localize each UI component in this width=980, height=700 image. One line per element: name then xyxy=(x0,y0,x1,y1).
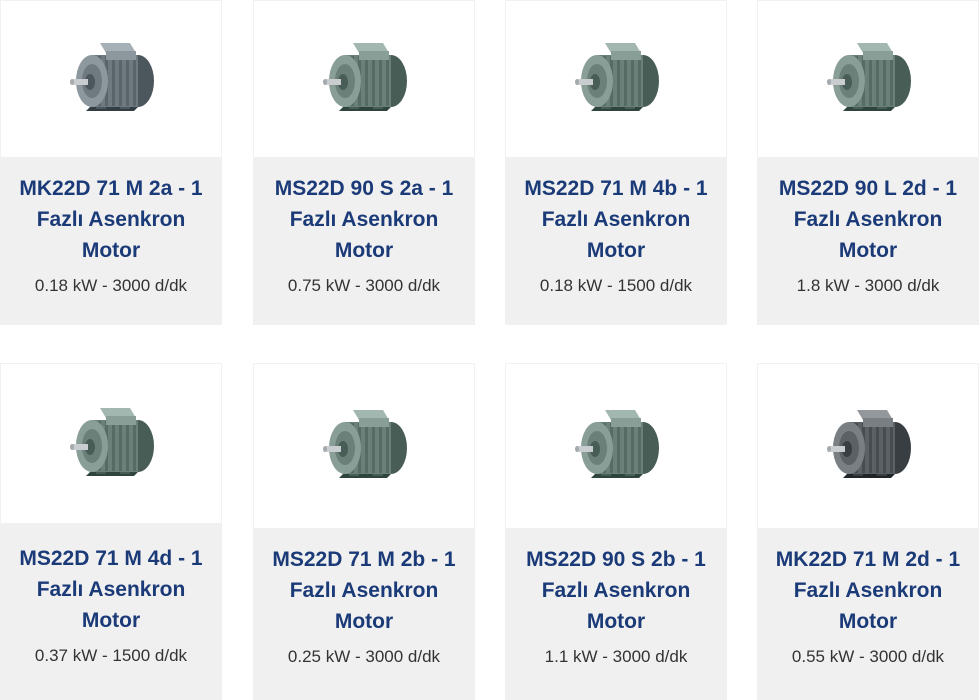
product-title[interactable]: MS22D 90 L 2d - 1 Fazlı Asenkron Motor xyxy=(767,173,969,266)
product-title[interactable]: MK22D 71 M 2a - 1 Fazlı Asenkron Motor xyxy=(10,173,212,266)
motor-image[interactable] xyxy=(813,396,923,496)
product-spec: 0.25 kW - 3000 d/dk xyxy=(287,647,441,666)
product-image-area[interactable] xyxy=(757,363,979,528)
product-card[interactable]: MS22D 71 M 4d - 1 Fazlı Asenkron Motor 0… xyxy=(0,363,222,700)
product-title[interactable]: MS22D 71 M 4d - 1 Fazlı Asenkron Motor xyxy=(10,543,212,636)
product-card[interactable]: MS22D 71 M 4b - 1 Fazlı Asenkron Motor 0… xyxy=(505,0,727,325)
product-image-area[interactable] xyxy=(253,0,475,157)
product-card[interactable]: MS22D 71 M 2b - 1 Fazlı Asenkron Motor 0… xyxy=(253,363,475,700)
motor-image[interactable] xyxy=(56,394,166,494)
motor-image[interactable] xyxy=(813,29,923,129)
product-grid: MK22D 71 M 2a - 1 Fazlı Asenkron Motor 0… xyxy=(0,0,980,700)
motor-image[interactable] xyxy=(309,396,419,496)
product-spec: 0.37 kW - 1500 d/dk xyxy=(34,646,188,665)
product-spec: 1.1 kW - 3000 d/dk xyxy=(544,647,688,666)
product-info: MS22D 71 M 2b - 1 Fazlı Asenkron Motor 0… xyxy=(253,528,475,700)
product-info: MK22D 71 M 2d - 1 Fazlı Asenkron Motor 0… xyxy=(757,528,979,700)
product-image-area[interactable] xyxy=(0,363,222,523)
product-image-area[interactable] xyxy=(757,0,979,157)
product-spec: 0.18 kW - 1500 d/dk xyxy=(539,276,693,295)
product-card[interactable]: MS22D 90 S 2b - 1 Fazlı Asenkron Motor 1… xyxy=(505,363,727,700)
product-spec: 0.55 kW - 3000 d/dk xyxy=(791,647,945,666)
product-info: MS22D 71 M 4b - 1 Fazlı Asenkron Motor 0… xyxy=(505,157,727,325)
product-image-area[interactable] xyxy=(505,363,727,528)
product-card[interactable]: MK22D 71 M 2a - 1 Fazlı Asenkron Motor 0… xyxy=(0,0,222,325)
product-title[interactable]: MS22D 90 S 2b - 1 Fazlı Asenkron Motor xyxy=(515,544,717,637)
product-info: MS22D 90 S 2a - 1 Fazlı Asenkron Motor 0… xyxy=(253,157,475,325)
motor-image[interactable] xyxy=(56,29,166,129)
product-info: MS22D 90 L 2d - 1 Fazlı Asenkron Motor 1… xyxy=(757,157,979,325)
product-title[interactable]: MS22D 90 S 2a - 1 Fazlı Asenkron Motor xyxy=(263,173,465,266)
motor-image[interactable] xyxy=(561,29,671,129)
product-image-area[interactable] xyxy=(0,0,222,157)
product-spec: 0.75 kW - 3000 d/dk xyxy=(287,276,441,295)
product-info: MS22D 71 M 4d - 1 Fazlı Asenkron Motor 0… xyxy=(0,523,222,700)
product-info: MS22D 90 S 2b - 1 Fazlı Asenkron Motor 1… xyxy=(505,528,727,700)
product-card[interactable]: MS22D 90 S 2a - 1 Fazlı Asenkron Motor 0… xyxy=(253,0,475,325)
product-spec: 1.8 kW - 3000 d/dk xyxy=(796,276,940,295)
motor-image[interactable] xyxy=(561,396,671,496)
motor-image[interactable] xyxy=(309,29,419,129)
product-card[interactable]: MK22D 71 M 2d - 1 Fazlı Asenkron Motor 0… xyxy=(757,363,979,700)
product-info: MK22D 71 M 2a - 1 Fazlı Asenkron Motor 0… xyxy=(0,157,222,325)
product-spec: 0.18 kW - 3000 d/dk xyxy=(34,276,188,295)
product-title[interactable]: MS22D 71 M 4b - 1 Fazlı Asenkron Motor xyxy=(515,173,717,266)
product-image-area[interactable] xyxy=(505,0,727,157)
product-card[interactable]: MS22D 90 L 2d - 1 Fazlı Asenkron Motor 1… xyxy=(757,0,979,325)
product-title[interactable]: MS22D 71 M 2b - 1 Fazlı Asenkron Motor xyxy=(263,544,465,637)
product-image-area[interactable] xyxy=(253,363,475,528)
product-title[interactable]: MK22D 71 M 2d - 1 Fazlı Asenkron Motor xyxy=(767,544,969,637)
